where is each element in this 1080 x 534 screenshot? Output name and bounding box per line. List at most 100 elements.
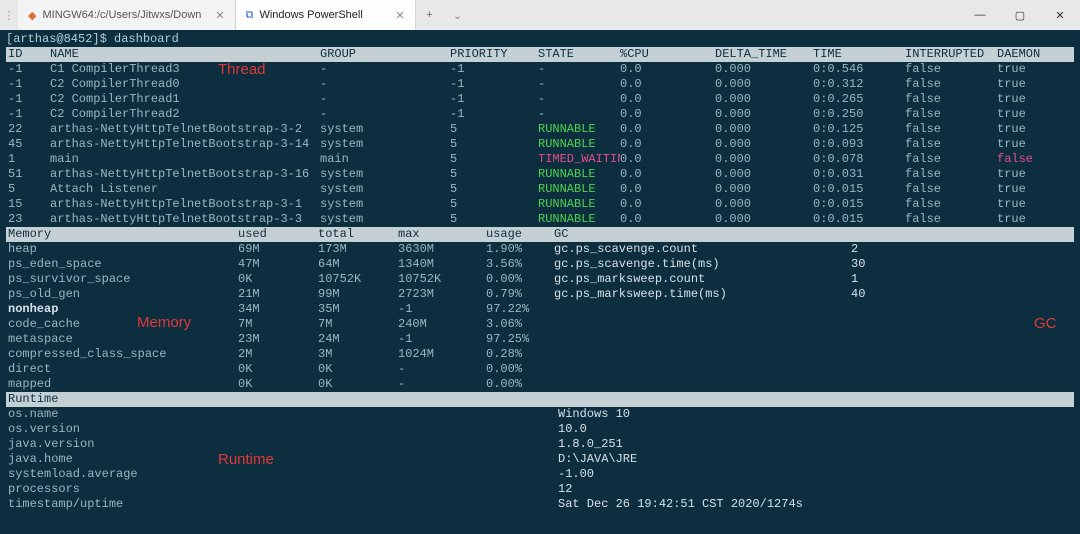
cell-id: 15 xyxy=(8,197,50,212)
cell-state: - xyxy=(538,62,620,77)
drag-handle-icon: ⋮ xyxy=(0,0,18,30)
cell-state: RUNNABLE xyxy=(538,167,620,182)
cell-gc-key: gc.ps_marksweep.count xyxy=(554,272,851,287)
cell-daemon: true xyxy=(997,182,1052,197)
thread-row: 5Attach Listenersystem5RUNNABLE0.00.0000… xyxy=(6,182,1074,197)
cell-group: system xyxy=(320,197,450,212)
cell-mem-name: mapped xyxy=(8,377,238,392)
cell-mem-total: 173M xyxy=(318,242,398,257)
cell-mem-usage: 0.00% xyxy=(486,377,554,392)
cell-daemon: true xyxy=(997,137,1052,152)
new-tab-button[interactable]: + xyxy=(416,0,444,30)
cell-name: C2 CompilerThread0 xyxy=(50,77,320,92)
cell-state: - xyxy=(538,92,620,107)
cell-mem-used: 0K xyxy=(238,362,318,377)
cell-mem-name: compressed_class_space xyxy=(8,347,238,362)
cell-priority: 5 xyxy=(450,197,538,212)
cell-runtime-key: timestamp/uptime xyxy=(8,497,558,512)
cell-state: TIMED_WAITIN xyxy=(538,152,620,167)
cell-mem-total: 64M xyxy=(318,257,398,272)
cell-state: - xyxy=(538,77,620,92)
command-prompt: [arthas@8452]$ dashboard xyxy=(6,32,1074,47)
runtime-row: processors12 xyxy=(6,482,1074,497)
col-memory: Memory xyxy=(8,227,238,242)
memory-row: heap69M173M3630M1.90%gc.ps_scavenge.coun… xyxy=(6,242,1074,257)
cell-mem-usage: 0.00% xyxy=(486,362,554,377)
cell-state: RUNNABLE xyxy=(538,182,620,197)
cell-name: arthas-NettyHttpTelnetBootstrap-3-2 xyxy=(50,122,320,137)
cell-runtime-key: java.version xyxy=(8,437,558,452)
col-interrupted: INTERRUPTED xyxy=(905,47,997,62)
cell-delta: 0.000 xyxy=(715,77,813,92)
runtime-row: os.nameWindows 10 xyxy=(6,407,1074,422)
cell-id: 23 xyxy=(8,212,50,227)
thread-row: 22arthas-NettyHttpTelnetBootstrap-3-2sys… xyxy=(6,122,1074,137)
cell-priority: 5 xyxy=(450,212,538,227)
col-total: total xyxy=(318,227,398,242)
cell-delta: 0.000 xyxy=(715,212,813,227)
cell-interrupted: false xyxy=(905,62,997,77)
cell-delta: 0.000 xyxy=(715,167,813,182)
terminal-output[interactable]: [arthas@8452]$ dashboard ID NAME GROUP P… xyxy=(0,30,1080,514)
cell-daemon: true xyxy=(997,212,1052,227)
cell-delta: 0.000 xyxy=(715,182,813,197)
memory-row: ps_eden_space47M64M1340M3.56%gc.ps_scave… xyxy=(6,257,1074,272)
thread-row: 15arthas-NettyHttpTelnetBootstrap-3-1sys… xyxy=(6,197,1074,212)
cell-mem-total: 35M xyxy=(318,302,398,317)
cell-mem-total: 99M xyxy=(318,287,398,302)
minimize-button[interactable]: — xyxy=(960,0,1000,30)
cell-mem-name: direct xyxy=(8,362,238,377)
cell-cpu: 0.0 xyxy=(620,137,715,152)
cell-daemon: true xyxy=(997,77,1052,92)
cell-runtime-val: 10.0 xyxy=(558,422,958,437)
cell-mem-used: 0K xyxy=(238,272,318,287)
cell-group: - xyxy=(320,107,450,122)
close-icon[interactable]: ✕ xyxy=(207,9,224,22)
cell-interrupted: false xyxy=(905,107,997,122)
cell-delta: 0.000 xyxy=(715,137,813,152)
cell-time: 0:0.312 xyxy=(813,77,905,92)
close-icon[interactable]: ✕ xyxy=(387,9,404,22)
tab-dropdown-icon[interactable]: ⌄ xyxy=(444,0,472,30)
thread-row: 23arthas-NettyHttpTelnetBootstrap-3-3sys… xyxy=(6,212,1074,227)
cell-delta: 0.000 xyxy=(715,197,813,212)
cell-interrupted: false xyxy=(905,122,997,137)
cell-cpu: 0.0 xyxy=(620,167,715,182)
cell-state: - xyxy=(538,107,620,122)
cell-priority: 5 xyxy=(450,137,538,152)
cell-priority: -1 xyxy=(450,92,538,107)
tab-label: Windows PowerShell xyxy=(259,9,362,21)
cell-time: 0:0.265 xyxy=(813,92,905,107)
cell-name: arthas-NettyHttpTelnetBootstrap-3-1 xyxy=(50,197,320,212)
cell-interrupted: false xyxy=(905,167,997,182)
tab-mingw[interactable]: ◆ MINGW64:/c/Users/Jitwxs/Down ✕ xyxy=(18,0,236,30)
cell-runtime-key: processors xyxy=(8,482,558,497)
thread-row: -1C2 CompilerThread2--1-0.00.0000:0.250f… xyxy=(6,107,1074,122)
cell-interrupted: false xyxy=(905,212,997,227)
close-button[interactable]: ✕ xyxy=(1040,0,1080,30)
runtime-header-label: Runtime xyxy=(8,392,1072,407)
thread-row: -1C2 CompilerThread1--1-0.00.0000:0.265f… xyxy=(6,92,1074,107)
cell-daemon: true xyxy=(997,122,1052,137)
col-usage: usage xyxy=(486,227,554,242)
tab-powershell[interactable]: ⧉ Windows PowerShell ✕ xyxy=(236,0,416,30)
cell-mem-max: - xyxy=(398,362,486,377)
memory-row: ps_survivor_space0K10752K10752K0.00%gc.p… xyxy=(6,272,1074,287)
cell-cpu: 0.0 xyxy=(620,107,715,122)
cell-interrupted: false xyxy=(905,152,997,167)
runtime-row: os.version10.0 xyxy=(6,422,1074,437)
cell-group: system xyxy=(320,137,450,152)
cell-runtime-val: -1.00 xyxy=(558,467,958,482)
cell-mem-max: 1340M xyxy=(398,257,486,272)
cell-interrupted: false xyxy=(905,137,997,152)
cell-delta: 0.000 xyxy=(715,62,813,77)
cell-daemon: false xyxy=(997,152,1052,167)
cell-name: C1 CompilerThread3 xyxy=(50,62,320,77)
cell-runtime-key: systemload.average xyxy=(8,467,558,482)
cell-mem-used: 2M xyxy=(238,347,318,362)
cell-time: 0:0.093 xyxy=(813,137,905,152)
cell-id: 22 xyxy=(8,122,50,137)
col-group: GROUP xyxy=(320,47,450,62)
cell-mem-usage: 1.90% xyxy=(486,242,554,257)
maximize-button[interactable]: ▢ xyxy=(1000,0,1040,30)
